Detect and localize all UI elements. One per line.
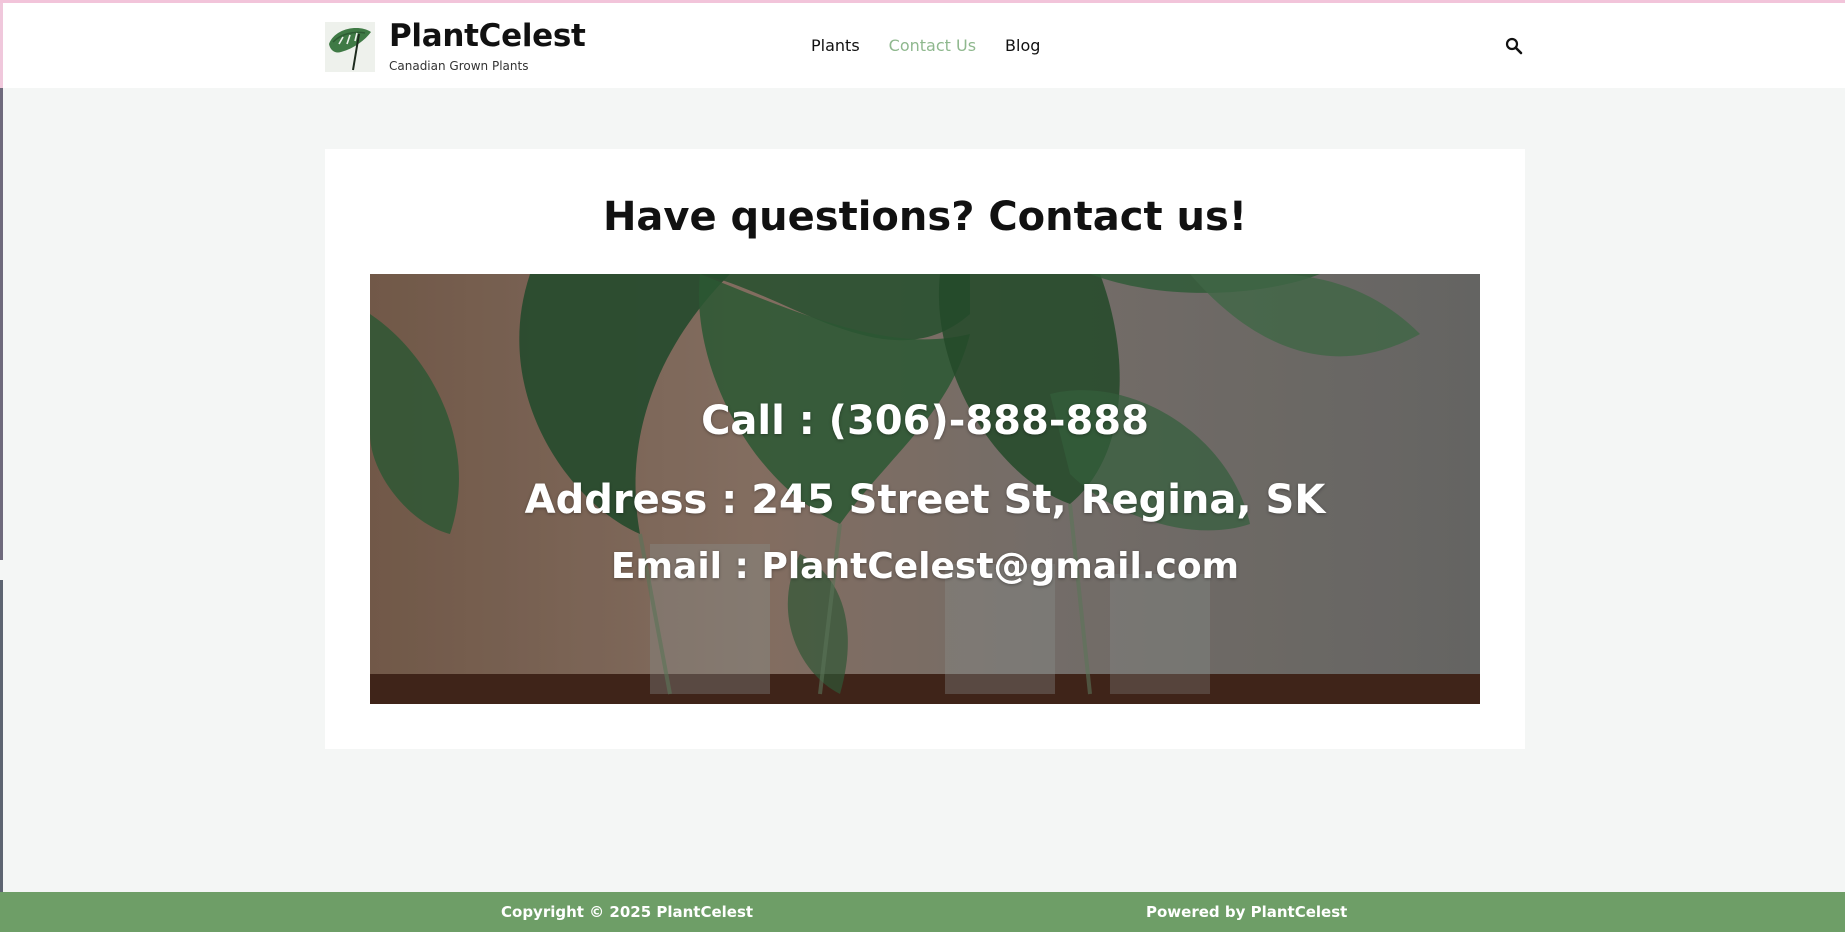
site-logo[interactable]: [325, 22, 375, 72]
contact-hero-banner: Call : (306)-888-888 Address : 245 Stree…: [370, 274, 1480, 704]
site-footer: Copyright © 2025 PlantCelest Powered by …: [3, 892, 1845, 932]
contact-address: Address : 245 Street St, Regina, SK: [524, 477, 1326, 523]
nav-item-blog[interactable]: Blog: [1005, 36, 1040, 55]
site-tagline: Canadian Grown Plants: [389, 59, 529, 73]
footer-powered-by[interactable]: Powered by PlantCelest: [1146, 903, 1347, 921]
nav-item-plants[interactable]: Plants: [811, 36, 860, 55]
window-left-edge: [0, 0, 3, 932]
contact-card: Have questions? Contact us! Call: (306)…: [325, 149, 1525, 749]
page-title: Have questions? Contact us!: [602, 194, 1248, 240]
footer-copyright: Copyright © 2025 PlantCelest: [501, 903, 754, 921]
contact-phone: Call : (306)-888-888: [701, 398, 1149, 444]
contact-email: Email : PlantCelest@gmail.com: [610, 546, 1240, 587]
main-nav: Plants Contact Us Blog: [811, 36, 1040, 55]
monstera-leaf-icon: [329, 28, 371, 71]
search-button[interactable]: [1503, 35, 1525, 57]
nav-item-contact-us[interactable]: Contact Us: [889, 36, 976, 55]
site-title[interactable]: PlantCelest: [389, 18, 586, 54]
site-header: PlantCelest Canadian Grown Plants Plants…: [3, 3, 1845, 88]
search-icon: [1505, 37, 1523, 55]
